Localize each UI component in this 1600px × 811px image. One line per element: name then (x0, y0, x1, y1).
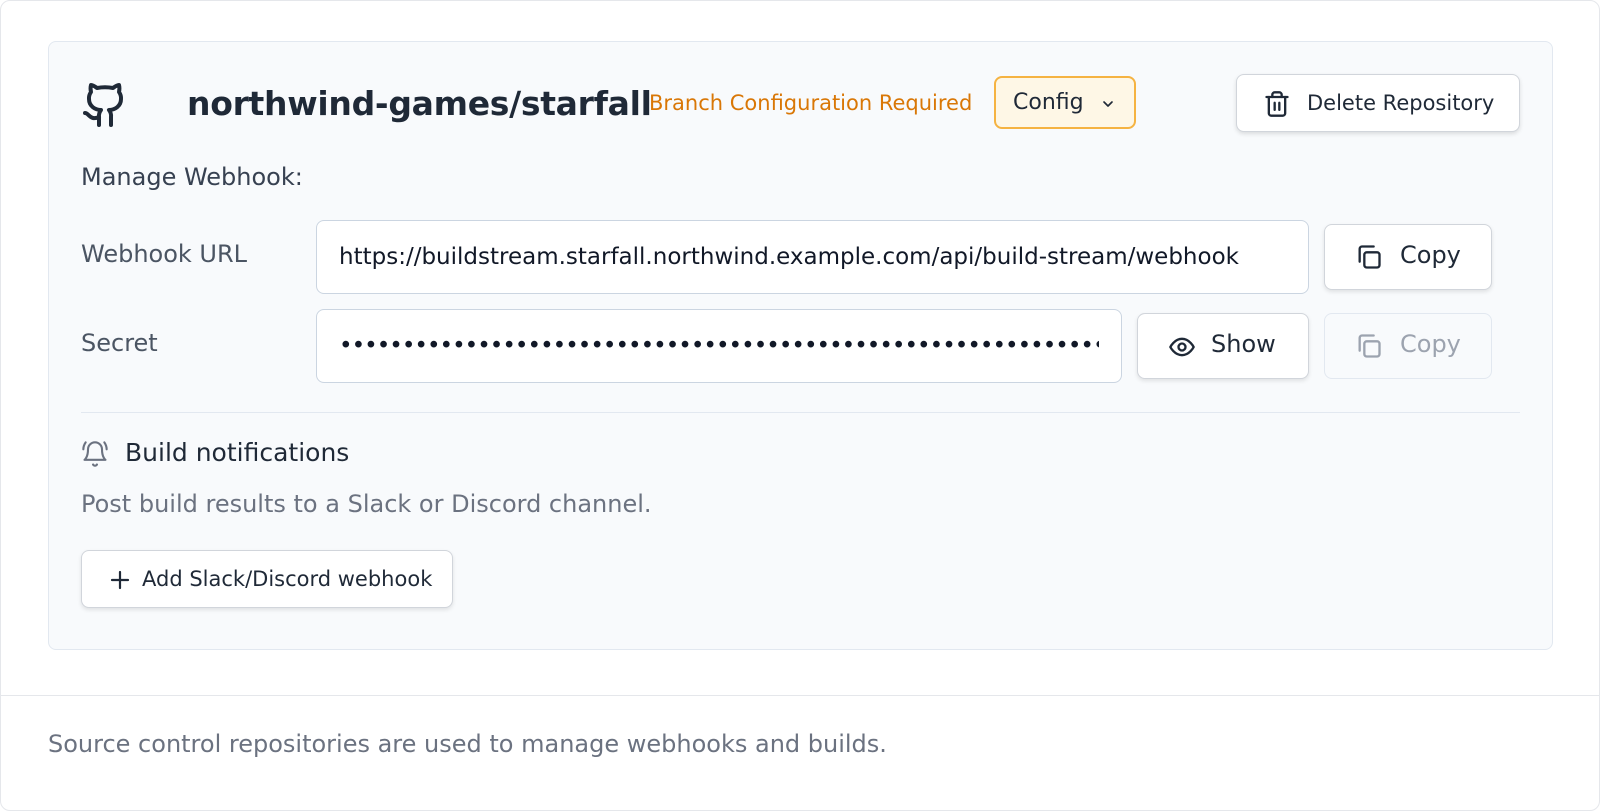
webhook-url-label: Webhook URL (81, 240, 248, 268)
webhook-url-input[interactable] (316, 220, 1309, 294)
copy-url-button[interactable]: Copy (1324, 224, 1492, 290)
delete-repository-label: Delete Repository (1307, 91, 1495, 115)
github-icon (83, 83, 124, 127)
repository-name: northwind-games/starfall (187, 84, 652, 123)
config-dropdown-button[interactable]: Config (994, 76, 1136, 129)
add-slack-discord-webhook-button[interactable]: Add Slack/Discord webhook (81, 550, 453, 608)
secret-label: Secret (81, 329, 158, 357)
copy-icon (1358, 245, 1381, 269)
copy-secret-label: Copy (1400, 330, 1461, 358)
bell-ring-icon (82, 441, 108, 467)
eye-icon (1169, 337, 1195, 357)
footer-help-text: Source control repositories are used to … (48, 730, 887, 758)
footer-divider (1, 695, 1599, 696)
section-divider (81, 412, 1520, 413)
show-secret-button[interactable]: Show (1137, 313, 1309, 379)
repository-panel: northwind-games/starfall Branch Configur… (0, 0, 1600, 811)
delete-repository-button[interactable]: Delete Repository (1236, 74, 1520, 132)
build-notifications-title: Build notifications (125, 438, 350, 467)
repository-header: northwind-games/starfall Branch Configur… (81, 74, 1520, 134)
show-secret-label: Show (1211, 330, 1276, 358)
plus-icon (110, 570, 130, 590)
build-notifications-description: Post build results to a Slack or Discord… (81, 490, 652, 518)
manage-webhook-heading: Manage Webhook: (81, 163, 303, 191)
chevron-down-icon (1103, 101, 1113, 107)
copy-url-label: Copy (1400, 241, 1461, 269)
branch-config-status: Branch Configuration Required (649, 91, 973, 115)
copy-icon (1358, 334, 1381, 358)
config-label: Config (1013, 90, 1084, 115)
trash-icon (1265, 91, 1289, 117)
add-webhook-label: Add Slack/Discord webhook (142, 567, 433, 591)
repository-card: northwind-games/starfall Branch Configur… (48, 41, 1553, 650)
secret-input[interactable] (316, 309, 1122, 383)
copy-secret-button[interactable]: Copy (1324, 313, 1492, 379)
